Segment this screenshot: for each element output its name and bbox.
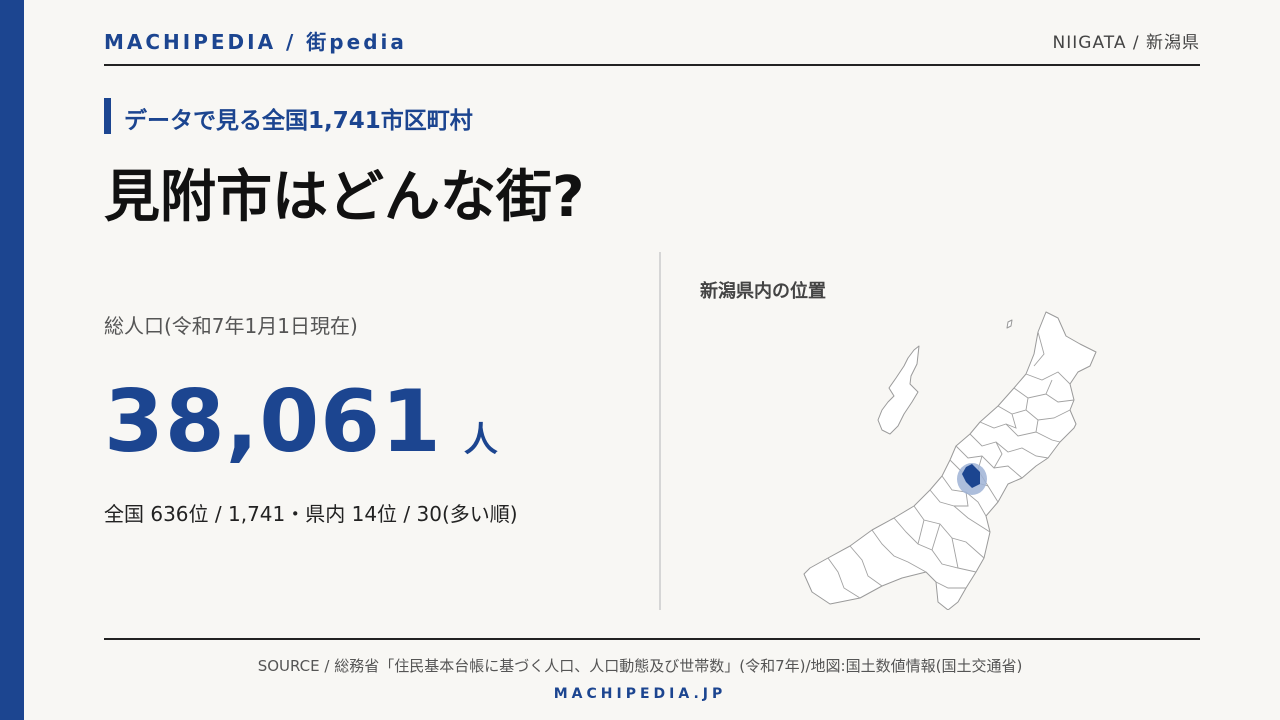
page-title: 見附市はどんな街?	[104, 165, 585, 230]
population-label: 総人口(令和7年1月1日現在)	[104, 314, 358, 338]
region-label: NIIGATA / 新潟県	[1052, 33, 1200, 53]
niigata-mainland-shape	[803, 311, 1097, 610]
population-value: 38,061	[104, 372, 442, 472]
awashima-island-shape	[1006, 319, 1013, 329]
tagline: データで見る全国1,741市区町村	[124, 108, 473, 134]
page-header: MACHIPEDIA / 街pedia NIIGATA / 新潟県	[104, 24, 1200, 66]
map-title: 新潟県内の位置	[700, 281, 826, 302]
sado-island-shape	[877, 345, 920, 435]
population-unit: 人	[463, 420, 498, 460]
column-divider	[659, 252, 661, 610]
population-rank: 全国 636位 / 1,741・県内 14位 / 30(多い順)	[104, 502, 518, 526]
accent-side-bar	[0, 0, 24, 720]
brand-logo-text[interactable]: MACHIPEDIA / 街pedia	[104, 26, 407, 55]
site-link[interactable]: MACHIPEDIA.JP	[0, 686, 1280, 702]
footer-divider	[104, 638, 1200, 640]
source-credit: SOURCE / 総務省「住民基本台帳に基づく人口、人口動態及び世帯数」(令和7…	[257, 657, 1023, 675]
population-figure: 38,061 人	[104, 372, 498, 472]
prefecture-map	[803, 311, 1097, 610]
tagline-marker	[104, 98, 111, 134]
